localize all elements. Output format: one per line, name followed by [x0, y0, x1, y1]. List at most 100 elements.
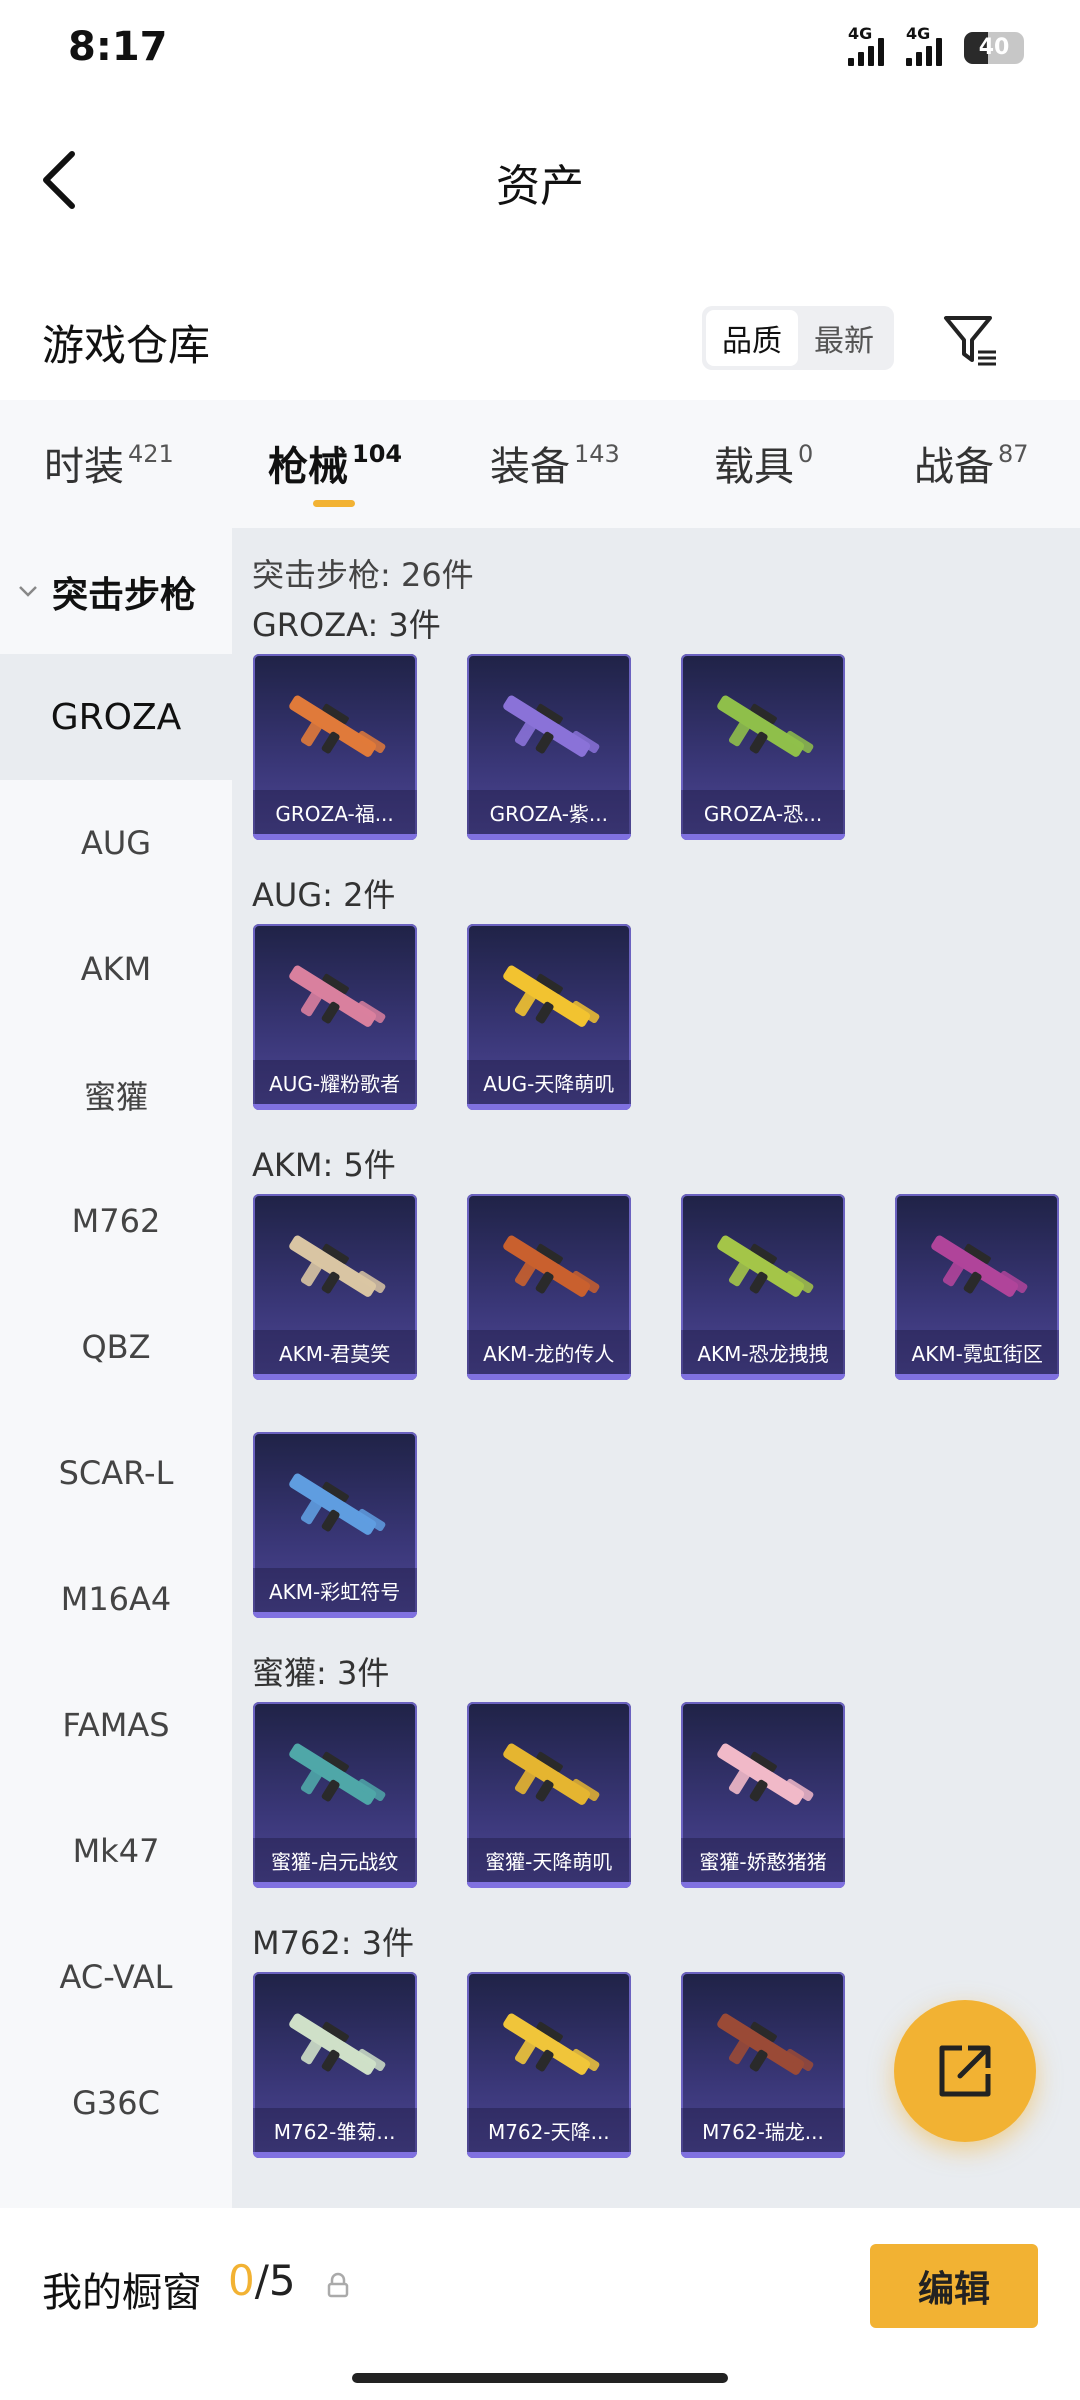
- group-label: AKM: 5件: [252, 1146, 396, 1184]
- sidebar-item-4[interactable]: M762: [0, 1158, 232, 1284]
- active-tab-indicator: [313, 500, 355, 507]
- weapon-skin-icon: [503, 2013, 600, 2075]
- rarity-bar: [681, 2152, 845, 2158]
- weapon-name: AKM-彩虹符号: [252, 1568, 417, 1612]
- weapon-card[interactable]: AKM-君莫笑: [252, 1194, 417, 1380]
- sidebar-item-0[interactable]: GROZA: [0, 654, 232, 780]
- warehouse-title: 游戏仓库: [42, 321, 211, 370]
- tab-combat-gear[interactable]: 战备 87: [914, 434, 1029, 492]
- weapon-skin-icon: [717, 1235, 814, 1297]
- sidebar-item-10[interactable]: AC-VAL: [0, 1914, 232, 2040]
- signal-icon: 4G: [906, 24, 942, 66]
- weapon-card[interactable]: M762-瑞龙...: [681, 1972, 845, 2158]
- weapon-card[interactable]: M762-天降...: [466, 1972, 631, 2158]
- status-icons: 4G 4G 40: [848, 24, 1024, 66]
- weapon-name: GROZA-紫...: [466, 790, 631, 834]
- chevron-down-icon: [19, 586, 37, 597]
- network-type: 4G: [848, 24, 873, 43]
- sidebar-item-7[interactable]: M16A4: [0, 1536, 232, 1662]
- weapon-card[interactable]: AKM-龙的传人: [466, 1194, 631, 1380]
- weapon-name: GROZA-恐...: [681, 790, 845, 834]
- weapon-name: AKM-君莫笑: [252, 1330, 417, 1374]
- share-icon: [939, 2045, 991, 2097]
- weapon-card[interactable]: 蜜獾-天降萌叽: [466, 1702, 631, 1888]
- weapon-card[interactable]: AKM-恐龙拽拽: [681, 1194, 845, 1380]
- signal-icon: 4G: [848, 24, 884, 66]
- weapon-name: AKM-恐龙拽拽: [681, 1330, 845, 1374]
- sidebar-item-2[interactable]: AKM: [0, 906, 232, 1032]
- tab-count: 0: [798, 440, 814, 468]
- tab-label: 时装: [44, 444, 124, 490]
- sort-by-newest[interactable]: 最新: [798, 310, 890, 366]
- filter-icon: [944, 316, 996, 366]
- weapon-card[interactable]: GROZA-紫...: [466, 654, 631, 840]
- battery-level: 40: [978, 35, 1010, 60]
- sidebar-item-8[interactable]: FAMAS: [0, 1662, 232, 1788]
- rarity-bar: [252, 1374, 417, 1380]
- sidebar-item-1[interactable]: AUG: [0, 780, 232, 906]
- weapon-skin-icon: [503, 965, 600, 1027]
- weapon-skin-icon: [503, 1743, 600, 1805]
- rarity-bar: [681, 834, 845, 840]
- weapon-sidebar: 突击步枪 GROZA AUG AKM 蜜獾 M762 QBZ SCAR-L M16A4 FAMA…: [0, 528, 232, 2208]
- category-label: 突击步枪: [52, 575, 197, 616]
- showcase-label: 我的橱窗: [42, 2270, 202, 2316]
- group-label: GROZA: 3件: [252, 606, 441, 644]
- weapon-name: 蜜獾-天降萌叽: [466, 1838, 631, 1882]
- rarity-bar: [466, 1882, 631, 1888]
- showcase-count: 0/5: [228, 2256, 296, 2305]
- weapon-card[interactable]: GROZA-恐...: [681, 654, 845, 840]
- sidebar-item-6[interactable]: SCAR-L: [0, 1410, 232, 1536]
- group-label: AUG: 2件: [252, 876, 396, 914]
- weapon-card[interactable]: AUG-天降萌叽: [466, 924, 631, 1110]
- weapon-name: 蜜獾-启元战纹: [252, 1838, 417, 1882]
- tab-equipment[interactable]: 装备 143: [490, 434, 620, 492]
- tab-label: 装备: [490, 444, 570, 490]
- tab-firearms[interactable]: 枪械 104: [268, 434, 402, 492]
- rarity-bar: [466, 834, 631, 840]
- weapon-skin-icon: [288, 1743, 385, 1805]
- sidebar-item-5[interactable]: QBZ: [0, 1284, 232, 1410]
- weapon-card[interactable]: 蜜獾-启元战纹: [252, 1702, 417, 1888]
- weapon-card[interactable]: M762-雏菊...: [252, 1972, 417, 2158]
- status-time: 8:17: [68, 24, 168, 70]
- sidebar-item-9[interactable]: Mk47: [0, 1788, 232, 1914]
- weapon-skin-icon: [288, 695, 385, 757]
- weapon-name: 蜜獾-娇憨猪猪: [681, 1838, 845, 1882]
- weapon-card[interactable]: GROZA-福...: [252, 654, 417, 840]
- weapon-name: AKM-霓虹街区: [895, 1330, 1060, 1374]
- showcase-bar: 我的橱窗 0/5 编辑: [0, 2208, 1080, 2400]
- filter-button[interactable]: [940, 310, 1000, 370]
- tab-fashion[interactable]: 时装 421: [44, 434, 174, 492]
- sidebar-item-11[interactable]: G36C: [0, 2040, 232, 2166]
- weapon-name: M762-雏菊...: [252, 2108, 417, 2152]
- sort-by-quality[interactable]: 品质: [706, 310, 798, 366]
- lock-icon: [327, 2272, 349, 2298]
- weapon-card[interactable]: AKM-彩虹符号: [252, 1432, 417, 1618]
- weapon-card[interactable]: AUG-耀粉歌者: [252, 924, 417, 1110]
- category-total: 突击步枪: 26件: [252, 556, 474, 594]
- rarity-bar: [252, 2152, 417, 2158]
- share-button[interactable]: [894, 2000, 1036, 2142]
- network-type: 4G: [906, 24, 931, 43]
- battery-icon: 40: [964, 32, 1024, 64]
- rarity-bar: [681, 1882, 845, 1888]
- tab-count: 104: [352, 440, 403, 468]
- rarity-bar: [466, 1374, 631, 1380]
- weapon-card[interactable]: 蜜獾-娇憨猪猪: [681, 1702, 845, 1888]
- tab-vehicles[interactable]: 载具 0: [714, 434, 813, 492]
- category-header[interactable]: 突击步枪: [0, 528, 232, 654]
- rarity-bar: [895, 1374, 1060, 1380]
- category-tabs: 时装 421 枪械 104 装备 143 载具 0 战备 87: [0, 400, 1080, 528]
- showcase-current: 0: [228, 2256, 255, 2305]
- page-title: 资产: [496, 161, 584, 212]
- top-bar: 资产: [0, 120, 1080, 240]
- group-label: M762: 3件: [252, 1924, 415, 1962]
- sidebar-item-3[interactable]: 蜜獾: [0, 1032, 232, 1158]
- tab-count: 421: [128, 440, 174, 468]
- weapon-skin-icon: [288, 1473, 385, 1535]
- weapon-card[interactable]: AKM-霓虹街区: [895, 1194, 1060, 1380]
- edit-button[interactable]: 编辑: [870, 2244, 1038, 2328]
- weapon-skin-icon: [288, 1235, 385, 1297]
- weapon-skin-icon: [503, 695, 600, 757]
